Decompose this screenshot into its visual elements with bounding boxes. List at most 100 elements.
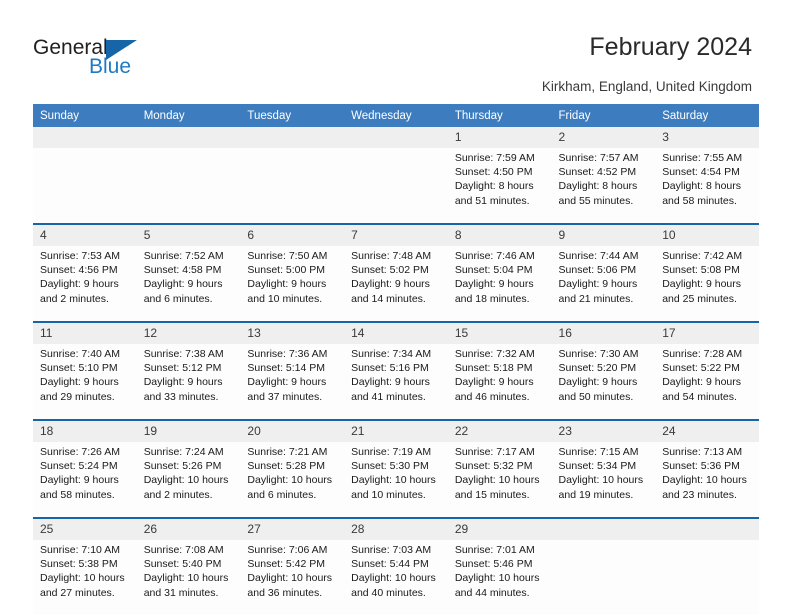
day-number-cell[interactable]: 21 (344, 421, 448, 442)
day-number-cell[interactable]: 27 (240, 519, 345, 540)
daylight-text-line1: Daylight: 10 hours (40, 572, 125, 585)
day-number-cell[interactable]: 18 (33, 421, 137, 442)
sunset-text: Sunset: 5:34 PM (558, 460, 637, 473)
day-number-cell[interactable]: 29 (447, 519, 552, 540)
day-detail-cell-empty (240, 148, 345, 223)
day-detail-cell: Sunrise: 7:42 AM Sunset: 5:08 PM Daylight:… (655, 246, 759, 321)
daylight-text-line1: Daylight: 9 hours (40, 278, 119, 291)
day-number-cell[interactable]: 8 (447, 225, 552, 246)
sunset-text: Sunset: 5:06 PM (558, 264, 637, 277)
day-detail-cell: Sunrise: 7:59 AM Sunset: 4:50 PM Daylight:… (447, 148, 552, 223)
daylight-text-line1: Daylight: 9 hours (454, 376, 534, 389)
sunset-text: Sunset: 5:08 PM (662, 264, 740, 277)
sunrise-text: Sunrise: 7:50 AM (247, 250, 328, 262)
day-detail-cell: Sunrise: 7:17 AM Sunset: 5:32 PM Daylight:… (447, 442, 552, 517)
daylight-text-line1: Daylight: 9 hours (558, 278, 638, 291)
day-number-cell[interactable]: 17 (655, 323, 759, 344)
day-number-cell[interactable]: 16 (551, 323, 656, 344)
daylight-text-line2: and 10 minutes. (247, 292, 323, 305)
daylight-text-line2: and 44 minutes. (454, 586, 530, 599)
day-number-cell[interactable]: 13 (240, 323, 345, 344)
daylight-text-line2: and 58 minutes. (662, 194, 737, 207)
day-number-cell[interactable]: 1 (447, 127, 552, 148)
sunset-text: Sunset: 5:16 PM (351, 362, 429, 375)
sunrise-text: Sunrise: 7:40 AM (40, 348, 120, 360)
day-number-cell[interactable]: 14 (344, 323, 448, 344)
day-detail-cell-empty (33, 148, 137, 223)
day-detail-cell: Sunrise: 7:53 AM Sunset: 4:56 PM Daylight:… (33, 246, 137, 321)
weekday-header-sunday: Sunday (33, 104, 137, 127)
daylight-text-line2: and 50 minutes. (558, 390, 634, 403)
day-number-cell[interactable]: 3 (655, 127, 759, 148)
day-detail-cell: Sunrise: 7:19 AM Sunset: 5:30 PM Daylight:… (344, 442, 448, 517)
day-number-cell[interactable]: 22 (447, 421, 552, 442)
day-number-cell[interactable]: 25 (33, 519, 137, 540)
daylight-text-line2: and 33 minutes. (143, 390, 219, 403)
day-detail-cell-empty (344, 148, 448, 223)
daylight-text-line2: and 41 minutes. (351, 390, 426, 403)
sunrise-text: Sunrise: 7:06 AM (247, 544, 328, 556)
day-number-cell[interactable]: 15 (447, 323, 552, 344)
sunset-text: Sunset: 4:52 PM (558, 166, 637, 179)
day-number-cell[interactable]: 4 (33, 225, 137, 246)
sunrise-text: Sunrise: 7:53 AM (40, 250, 120, 262)
weekday-header-monday: Monday (136, 104, 241, 127)
sunset-text: Sunset: 4:50 PM (454, 166, 533, 179)
weekday-header-friday: Friday (551, 104, 656, 127)
daylight-text-line2: and 36 minutes. (247, 586, 323, 599)
logo-text-blue: Blue (89, 55, 132, 78)
daylight-text-line1: Daylight: 10 hours (247, 474, 333, 487)
general-blue-logo[interactable]: General Blue (33, 36, 203, 82)
page-header: General Blue February 2024 Kirkham, Engl… (0, 0, 792, 100)
daylight-text-line2: and 31 minutes. (143, 586, 219, 599)
day-detail-cell: Sunrise: 7:21 AM Sunset: 5:28 PM Daylight:… (240, 442, 345, 517)
daylight-text-line2: and 23 minutes. (662, 488, 737, 501)
day-number-cell[interactable]: 24 (655, 421, 759, 442)
weekday-header-thursday: Thursday (447, 104, 552, 127)
sunrise-text: Sunrise: 7:26 AM (40, 446, 120, 458)
day-number-cell[interactable]: 10 (655, 225, 759, 246)
day-detail-cell: Sunrise: 7:13 AM Sunset: 5:36 PM Daylight:… (655, 442, 759, 517)
daylight-text-line1: Daylight: 9 hours (351, 278, 430, 291)
sunset-text: Sunset: 5:10 PM (40, 362, 118, 375)
day-number-cell[interactable]: 11 (33, 323, 137, 344)
day-detail-cell: Sunrise: 7:48 AM Sunset: 5:02 PM Daylight:… (344, 246, 448, 321)
day-number-cell[interactable]: 9 (551, 225, 656, 246)
day-number-cell[interactable]: 7 (344, 225, 448, 246)
sunrise-text: Sunrise: 7:15 AM (558, 446, 639, 458)
day-number-cell[interactable]: 20 (240, 421, 345, 442)
sunrise-text: Sunrise: 7:24 AM (143, 446, 224, 458)
day-detail-cell: Sunrise: 7:46 AM Sunset: 5:04 PM Daylight:… (447, 246, 552, 321)
sunset-text: Sunset: 5:04 PM (454, 264, 533, 277)
day-detail-cell: Sunrise: 7:10 AM Sunset: 5:38 PM Daylight:… (33, 540, 137, 615)
sunrise-text: Sunrise: 7:57 AM (558, 152, 639, 164)
day-detail-cell: Sunrise: 7:36 AM Sunset: 5:14 PM Daylight:… (240, 344, 345, 419)
page-title: February 2024 (589, 33, 752, 61)
daylight-text-line2: and 37 minutes. (247, 390, 323, 403)
day-number-cell[interactable]: 28 (344, 519, 448, 540)
day-detail-cell: Sunrise: 7:50 AM Sunset: 5:00 PM Daylight:… (240, 246, 345, 321)
day-detail-cell: Sunrise: 7:15 AM Sunset: 5:34 PM Daylight:… (551, 442, 656, 517)
day-number-cell[interactable]: 26 (136, 519, 241, 540)
day-number-cell[interactable]: 6 (240, 225, 345, 246)
daylight-text-line1: Daylight: 10 hours (143, 572, 229, 585)
sunset-text: Sunset: 5:30 PM (351, 460, 429, 473)
sunset-text: Sunset: 5:28 PM (247, 460, 326, 473)
sunrise-text: Sunrise: 7:55 AM (662, 152, 743, 164)
day-detail-cell: Sunrise: 7:32 AM Sunset: 5:18 PM Daylight:… (447, 344, 552, 419)
day-detail-cell: Sunrise: 7:30 AM Sunset: 5:20 PM Daylight:… (551, 344, 656, 419)
sunrise-text: Sunrise: 7:52 AM (143, 250, 224, 262)
day-number-cell[interactable]: 5 (136, 225, 241, 246)
day-number-cell[interactable]: 2 (551, 127, 656, 148)
daylight-text-line2: and 46 minutes. (454, 390, 530, 403)
day-number-cell[interactable]: 23 (551, 421, 656, 442)
day-number-row: 4 5 6 7 8 9 10 (33, 225, 759, 246)
day-detail-cell: Sunrise: 7:40 AM Sunset: 5:10 PM Daylight:… (33, 344, 137, 419)
sunrise-text: Sunrise: 7:32 AM (454, 348, 535, 360)
sunset-text: Sunset: 4:54 PM (662, 166, 740, 179)
day-number-cell-empty (655, 519, 759, 540)
day-number-cell[interactable]: 19 (136, 421, 241, 442)
day-number-cell[interactable]: 12 (136, 323, 241, 344)
daylight-text-line2: and 18 minutes. (454, 292, 530, 305)
day-detail-cell: Sunrise: 7:44 AM Sunset: 5:06 PM Daylight:… (551, 246, 656, 321)
